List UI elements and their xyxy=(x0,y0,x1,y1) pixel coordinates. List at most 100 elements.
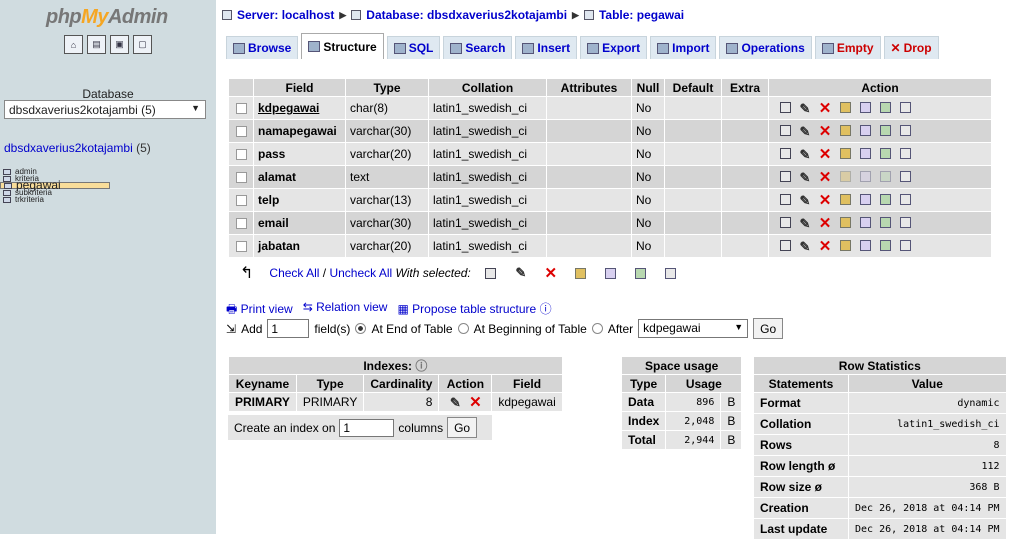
primary-key-icon[interactable] xyxy=(839,217,851,228)
edit-index-icon[interactable]: ✎ xyxy=(445,395,465,411)
browse-distinct-icon[interactable] xyxy=(779,171,791,182)
create-index-count[interactable] xyxy=(339,418,395,437)
primary-key-icon[interactable] xyxy=(839,125,851,136)
database-select[interactable]: dbsdxaverius2kotajambi (5) ▼ xyxy=(4,100,206,119)
add-field-go-button[interactable]: Go xyxy=(753,318,784,339)
primary-key-icon[interactable] xyxy=(839,240,851,251)
uncheck-all-link[interactable]: Uncheck All xyxy=(329,266,392,280)
row-checkbox[interactable] xyxy=(235,241,247,253)
primary-key-icon[interactable] xyxy=(839,194,851,205)
fulltext-icon[interactable] xyxy=(899,102,911,113)
index-icon[interactable] xyxy=(879,240,891,251)
drop-field-icon[interactable]: ✕ xyxy=(815,122,835,140)
row-checkbox[interactable] xyxy=(235,218,247,230)
tab-export[interactable]: Export xyxy=(580,36,648,59)
tab-empty[interactable]: Empty xyxy=(814,36,881,59)
query-window-icon[interactable]: ▣ xyxy=(110,35,129,54)
tab-structure[interactable]: Structure xyxy=(301,33,384,59)
index-selected-icon[interactable] xyxy=(635,267,647,279)
fulltext-icon[interactable] xyxy=(899,240,911,251)
unique-icon[interactable] xyxy=(859,240,871,251)
breadcrumb-server[interactable]: Server: localhost xyxy=(237,8,334,22)
at-end-radio[interactable] xyxy=(355,323,367,334)
after-field-select[interactable]: kdpegawai ▼ xyxy=(638,319,749,338)
check-all-link[interactable]: Check All xyxy=(269,266,319,280)
browse-distinct-icon[interactable] xyxy=(779,125,791,136)
primary-selected-icon[interactable] xyxy=(575,267,587,279)
unique-selected-icon[interactable] xyxy=(605,267,617,279)
database-name-link[interactable]: dbsdxaverius2kotajambi (5) xyxy=(4,141,151,155)
create-index-go-button[interactable]: Go xyxy=(447,417,478,438)
primary-key-icon[interactable] xyxy=(839,148,851,159)
drop-field-icon[interactable]: ✕ xyxy=(815,99,835,117)
fulltext-icon[interactable] xyxy=(899,171,911,182)
after-radio[interactable] xyxy=(591,323,603,334)
change-selected-icon[interactable]: ✎ xyxy=(511,265,531,281)
help-icon[interactable]: ⓘ xyxy=(540,302,552,316)
index-icon[interactable] xyxy=(879,125,891,136)
edit-field-icon[interactable]: ✎ xyxy=(795,239,815,255)
index-icon[interactable] xyxy=(879,148,891,159)
edit-field-icon[interactable]: ✎ xyxy=(795,170,815,186)
breadcrumb-table[interactable]: Table: pegawai xyxy=(599,8,684,22)
edit-field-icon[interactable]: ✎ xyxy=(795,193,815,209)
at-beginning-radio[interactable] xyxy=(457,323,469,334)
unique-icon[interactable] xyxy=(859,102,871,113)
fulltext-icon[interactable] xyxy=(899,194,911,205)
primary-key-icon[interactable] xyxy=(839,102,851,113)
row-checkbox[interactable] xyxy=(235,126,247,138)
fulltext-icon[interactable] xyxy=(899,217,911,228)
unique-icon[interactable] xyxy=(859,194,871,205)
unique-icon[interactable] xyxy=(859,171,871,182)
primary-key-icon[interactable] xyxy=(839,171,851,182)
unique-icon[interactable] xyxy=(859,125,871,136)
index-icon[interactable] xyxy=(879,102,891,113)
drop-field-icon[interactable]: ✕ xyxy=(815,237,835,255)
tab-import[interactable]: Import xyxy=(650,36,717,59)
unique-icon[interactable] xyxy=(859,148,871,159)
table-item-pegawai[interactable]: pegawai xyxy=(0,179,110,191)
browse-distinct-icon[interactable] xyxy=(779,240,791,251)
index-icon[interactable] xyxy=(879,171,891,182)
table-item-trkriteria[interactable]: trkriteria xyxy=(0,196,216,204)
index-icon[interactable] xyxy=(879,194,891,205)
drop-field-icon[interactable]: ✕ xyxy=(815,145,835,163)
sql-query-icon[interactable]: ▤ xyxy=(87,35,106,54)
row-checkbox[interactable] xyxy=(235,195,247,207)
edit-field-icon[interactable]: ✎ xyxy=(795,101,815,117)
browse-selected-icon[interactable] xyxy=(485,267,497,279)
row-checkbox[interactable] xyxy=(235,103,247,115)
drop-field-icon[interactable]: ✕ xyxy=(815,191,835,209)
home-icon[interactable]: ⌂ xyxy=(64,35,83,54)
unique-icon[interactable] xyxy=(859,217,871,228)
browse-distinct-icon[interactable] xyxy=(779,194,791,205)
fulltext-selected-icon[interactable] xyxy=(665,267,677,279)
documentation-icon[interactable]: ▢ xyxy=(133,35,152,54)
row-checkbox[interactable] xyxy=(235,149,247,161)
edit-field-icon[interactable]: ✎ xyxy=(795,216,815,232)
browse-distinct-icon[interactable] xyxy=(779,217,791,228)
tab-sql[interactable]: SQL xyxy=(386,36,441,59)
breadcrumb-database[interactable]: Database: dbsdxaverius2kotajambi xyxy=(366,8,567,22)
tab-insert[interactable]: Insert xyxy=(515,36,578,59)
tab-operations[interactable]: Operations xyxy=(719,36,812,59)
tab-browse[interactable]: Browse xyxy=(226,36,299,59)
row-checkbox[interactable] xyxy=(235,172,247,184)
phpmyadmin-logo[interactable]: phpMyAdmin xyxy=(46,6,168,29)
drop-selected-icon[interactable]: ✕ xyxy=(541,264,561,282)
field-actions: ✎ ✕ xyxy=(769,120,991,142)
index-icon[interactable] xyxy=(879,217,891,228)
edit-field-icon[interactable]: ✎ xyxy=(795,147,815,163)
fulltext-icon[interactable] xyxy=(899,125,911,136)
edit-field-icon[interactable]: ✎ xyxy=(795,124,815,140)
browse-distinct-icon[interactable] xyxy=(779,148,791,159)
fulltext-icon[interactable] xyxy=(899,148,911,159)
help-icon[interactable]: ⓘ xyxy=(415,359,427,373)
tab-drop[interactable]: ✕ Drop xyxy=(883,36,939,59)
add-field-count[interactable] xyxy=(267,319,310,338)
drop-index-icon[interactable]: ✕ xyxy=(465,393,485,411)
drop-field-icon[interactable]: ✕ xyxy=(815,168,835,186)
drop-field-icon[interactable]: ✕ xyxy=(815,214,835,232)
browse-distinct-icon[interactable] xyxy=(779,102,791,113)
tab-search[interactable]: Search xyxy=(443,36,513,59)
